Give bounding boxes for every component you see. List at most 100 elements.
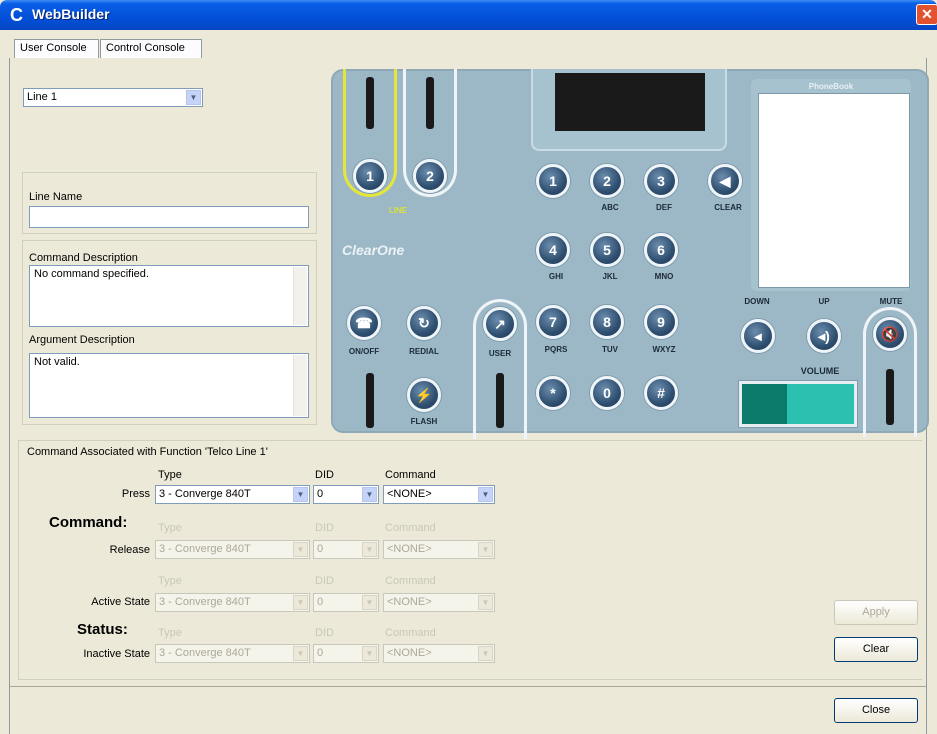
chevron-down-icon: ▼: [478, 542, 493, 557]
inactive-command-select[interactable]: <NONE> ▼: [383, 644, 495, 663]
redial-label: REDIAL: [409, 347, 439, 356]
speaker-high-icon: ◂): [818, 328, 830, 344]
left-arrow-icon: ◀: [719, 173, 731, 189]
chevron-down-icon: ▼: [362, 542, 377, 557]
press-label: Press: [121, 488, 150, 500]
scrollbar[interactable]: [293, 267, 307, 325]
active-did-value: 0: [317, 596, 324, 608]
flash-button[interactable]: ⚡: [407, 378, 441, 412]
argument-description-text: Not valid.: [34, 356, 80, 368]
phonebook-title: PhoneBook: [808, 82, 854, 91]
col-did-header: DID: [315, 575, 334, 587]
clear-button[interactable]: Clear: [834, 637, 918, 662]
volume-up-button[interactable]: ◂): [807, 319, 841, 353]
inactive-state-label: Inactive State: [83, 648, 150, 660]
inactive-type-value: 3 - Converge 840T: [159, 647, 251, 659]
col-type-header: Type: [158, 522, 182, 534]
user-indicator: [496, 373, 504, 428]
inactive-type-select[interactable]: 3 - Converge 840T ▼: [155, 644, 310, 663]
press-type-value: 3 - Converge 840T: [159, 488, 251, 500]
line-1-indicator: [366, 77, 374, 129]
mute-button[interactable]: 🔇: [873, 317, 907, 351]
release-did-value: 0: [317, 543, 324, 555]
redial-icon: ↻: [418, 315, 430, 331]
on-off-indicator: [366, 373, 374, 428]
key-9-letters: WXYZ: [652, 345, 676, 354]
line-name-input[interactable]: [29, 206, 309, 228]
key-7-button[interactable]: 7: [536, 305, 570, 339]
active-type-value: 3 - Converge 840T: [159, 596, 251, 608]
key-5-button[interactable]: 5: [590, 233, 624, 267]
key-2-letters: ABC: [601, 203, 619, 212]
redial-button[interactable]: ↻: [407, 306, 441, 340]
close-window-button[interactable]: ✕: [916, 4, 937, 25]
key-3-button[interactable]: 3: [644, 164, 678, 198]
on-off-button[interactable]: ☎: [347, 306, 381, 340]
key-7-letters: PQRS: [544, 345, 568, 354]
volume-down-button[interactable]: ◂: [741, 319, 775, 353]
release-command-value: <NONE>: [387, 543, 432, 555]
key-2-button[interactable]: 2: [590, 164, 624, 198]
chevron-down-icon: ▼: [186, 90, 201, 105]
active-state-label: Active State: [91, 596, 150, 608]
command-title: Command:: [49, 514, 128, 531]
col-command-header: Command: [385, 469, 436, 481]
active-command-value: <NONE>: [387, 596, 432, 608]
release-label: Release: [109, 544, 150, 556]
key-6-letters: MNO: [654, 272, 674, 281]
key-star-button[interactable]: *: [536, 376, 570, 410]
flash-icon: ⚡: [415, 387, 433, 403]
tab-user-console[interactable]: User Console: [14, 39, 99, 58]
press-did-select[interactable]: 0 ▼: [313, 485, 379, 504]
active-command-select[interactable]: <NONE> ▼: [383, 593, 495, 612]
key-hash-button[interactable]: #: [644, 376, 678, 410]
apply-button[interactable]: Apply: [834, 600, 918, 625]
release-command-select[interactable]: <NONE> ▼: [383, 540, 495, 559]
chevron-down-icon: ▼: [478, 487, 493, 502]
clear-button-phone[interactable]: ◀: [708, 164, 742, 198]
app-logo-icon: C: [10, 5, 23, 25]
key-6-button[interactable]: 6: [644, 233, 678, 267]
argument-description-label: Argument Description: [29, 334, 135, 346]
command-description-text: No command specified.: [34, 268, 149, 280]
user-button[interactable]: ↗: [483, 307, 517, 341]
phonebook-list[interactable]: [758, 93, 910, 288]
active-did-select[interactable]: 0 ▼: [313, 593, 379, 612]
volume-bar[interactable]: [739, 381, 857, 427]
volume-up-label: UP: [818, 297, 830, 306]
key-1-button[interactable]: 1: [536, 164, 570, 198]
key-9-button[interactable]: 9: [644, 305, 678, 339]
command-description-field[interactable]: No command specified.: [29, 265, 309, 327]
flash-label: FLASH: [410, 417, 438, 426]
clear-label: CLEAR: [714, 203, 742, 212]
line-select[interactable]: Line 1 ▼: [23, 88, 203, 107]
press-command-select[interactable]: <NONE> ▼: [383, 485, 495, 504]
release-did-select[interactable]: 0 ▼: [313, 540, 379, 559]
close-button[interactable]: Close: [834, 698, 918, 723]
inactive-command-value: <NONE>: [387, 647, 432, 659]
inactive-did-select[interactable]: 0 ▼: [313, 644, 379, 663]
user-icon: ↗: [494, 316, 506, 332]
col-did-header: DID: [315, 522, 334, 534]
chevron-down-icon: ▼: [362, 595, 377, 610]
press-type-select[interactable]: 3 - Converge 840T ▼: [155, 485, 310, 504]
tab-control-console[interactable]: Control Console: [100, 39, 202, 58]
line-1-button[interactable]: 1: [353, 159, 387, 193]
key-8-button[interactable]: 8: [590, 305, 624, 339]
status-title: Status:: [77, 621, 128, 638]
line-label: LINE: [388, 206, 408, 215]
mute-icon: 🔇: [881, 326, 899, 342]
active-type-select[interactable]: 3 - Converge 840T ▼: [155, 593, 310, 612]
scrollbar[interactable]: [293, 355, 307, 416]
volume-down-label: DOWN: [744, 297, 770, 306]
line-2-button[interactable]: 2: [413, 159, 447, 193]
command-description-label: Command Description: [29, 252, 138, 264]
volume-level-fill: [742, 384, 787, 424]
col-command-header: Command: [385, 522, 436, 534]
phone-panel: 1 2 LINE ClearOne 1 2 3 ◀ ABC DEF CLEAR …: [331, 69, 929, 439]
key-4-button[interactable]: 4: [536, 233, 570, 267]
release-type-select[interactable]: 3 - Converge 840T ▼: [155, 540, 310, 559]
key-0-button[interactable]: 0: [590, 376, 624, 410]
col-type-header: Type: [158, 627, 182, 639]
argument-description-field[interactable]: Not valid.: [29, 353, 309, 418]
